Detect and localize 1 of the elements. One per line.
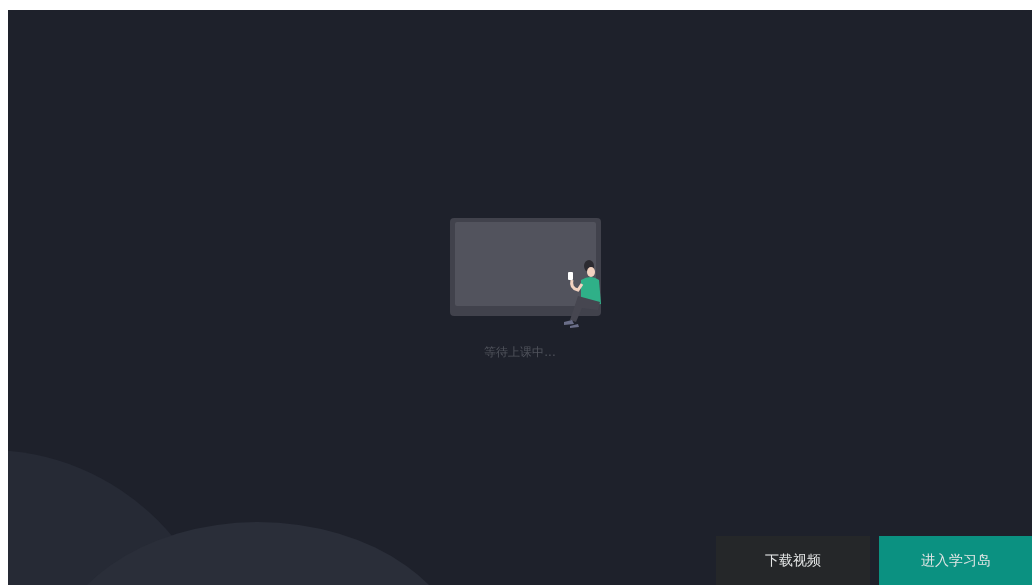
download-video-button[interactable]: 下载视频 xyxy=(716,536,870,585)
